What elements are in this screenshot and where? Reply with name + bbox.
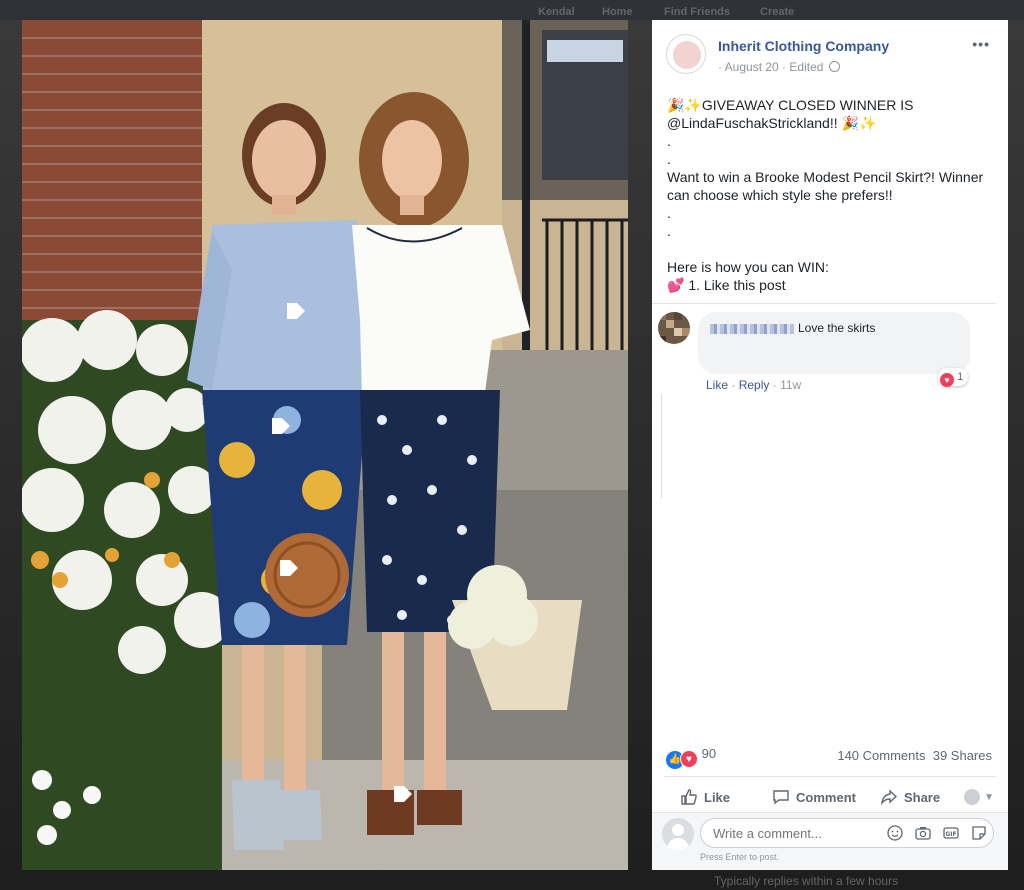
page-name-link[interactable]: Inherit Clothing Company bbox=[718, 38, 889, 54]
post-line: Here is how you can WIN: bbox=[667, 259, 829, 275]
post-line: . bbox=[667, 133, 671, 149]
ghost-nav-item: Kendal bbox=[538, 6, 575, 18]
dimmed-bottom-text: Typically replies within a few hours bbox=[714, 874, 899, 888]
emoji-icon[interactable] bbox=[886, 824, 904, 842]
comment-actions: Like · Reply · 11w bbox=[706, 378, 802, 392]
composer-hint: Press Enter to post. bbox=[700, 852, 780, 862]
commenter-avatar[interactable] bbox=[658, 312, 690, 344]
comment-reaction-count: 1 bbox=[957, 371, 964, 383]
post-line: 💕 1. Like this post bbox=[667, 277, 786, 293]
comment-thread-line bbox=[661, 394, 662, 498]
engagement-counts: 140 Comments 39 Shares bbox=[837, 748, 992, 763]
post-meta: · August 20 · Edited bbox=[718, 60, 840, 74]
sticker-icon[interactable] bbox=[970, 824, 988, 842]
post-line bbox=[667, 240, 997, 258]
reaction-count: 90 bbox=[701, 746, 717, 761]
post-line: . bbox=[667, 151, 671, 167]
post-line: can choose which style she prefers!! bbox=[667, 187, 893, 203]
like-button-label: Like bbox=[704, 789, 731, 805]
thumbs-up-icon bbox=[681, 789, 697, 805]
post-line: @LindaFuschakStrickland!! 🎉✨ bbox=[667, 115, 877, 131]
post-panel: Inherit Clothing Company · August 20 · E… bbox=[652, 20, 1008, 870]
comment-text: Love the skirts bbox=[798, 321, 876, 335]
globe-icon bbox=[828, 61, 840, 72]
comment-reaction-badge[interactable]: ♥ 1 bbox=[938, 368, 969, 387]
dimmed-topbar: Kendal Home Find Friends Create bbox=[0, 0, 1024, 20]
comment-age[interactable]: 11w bbox=[780, 378, 801, 392]
post-line: . bbox=[667, 205, 671, 221]
more-options-icon[interactable]: ••• bbox=[972, 36, 990, 52]
composer-icons: GIF bbox=[886, 824, 988, 842]
svg-text:GIF: GIF bbox=[945, 831, 956, 838]
post-header: Inherit Clothing Company · August 20 · E… bbox=[666, 34, 994, 78]
comments-count-link[interactable]: 140 Comments bbox=[837, 748, 925, 763]
comment-reply-link[interactable]: Reply bbox=[739, 378, 770, 392]
commenter-name-redacted[interactable] bbox=[710, 323, 794, 334]
share-icon bbox=[880, 789, 898, 806]
comment-button-label: Comment bbox=[796, 789, 856, 805]
ghost-nav-item: Find Friends bbox=[664, 6, 730, 18]
divider bbox=[652, 303, 996, 304]
page-avatar[interactable] bbox=[666, 34, 706, 74]
share-button-label: Share bbox=[903, 789, 941, 805]
divider bbox=[664, 776, 996, 777]
post-action-bar: Like Comment Share ▼ bbox=[666, 784, 994, 810]
gif-icon[interactable]: GIF bbox=[942, 824, 960, 842]
post-line: . bbox=[667, 223, 671, 239]
camera-icon[interactable] bbox=[914, 824, 932, 842]
like-button[interactable]: Like bbox=[680, 788, 730, 806]
comment-button[interactable]: Comment bbox=[772, 788, 856, 806]
share-button[interactable]: Share bbox=[880, 788, 940, 806]
comment-bubble: Love the skirts bbox=[698, 312, 970, 374]
ghost-nav-item: Home bbox=[602, 6, 633, 18]
comment-icon bbox=[773, 790, 789, 805]
chevron-down-icon: ▼ bbox=[984, 791, 994, 803]
edited-label[interactable]: Edited bbox=[789, 60, 823, 74]
post-date[interactable]: August 20 bbox=[725, 60, 779, 74]
photo-illustration bbox=[22, 20, 628, 870]
post-line: Want to win a Brooke Modest Pencil Skirt… bbox=[667, 169, 984, 185]
love-icon: ♥ bbox=[940, 373, 954, 387]
post-body: 🎉✨GIVEAWAY CLOSED WINNER IS @LindaFuscha… bbox=[667, 96, 997, 294]
comment-like-link[interactable]: Like bbox=[706, 378, 728, 392]
ghost-nav-item: Create bbox=[760, 6, 795, 18]
audience-selector[interactable]: ▼ bbox=[964, 789, 994, 805]
post-photo[interactable] bbox=[22, 20, 628, 870]
post-line: 🎉✨GIVEAWAY CLOSED WINNER IS bbox=[667, 97, 914, 113]
shares-count-link[interactable]: 39 Shares bbox=[933, 748, 992, 763]
profile-picture-icon bbox=[964, 789, 981, 805]
reaction-summary[interactable]: 👍 ♥ 90 bbox=[666, 746, 717, 769]
current-user-avatar bbox=[662, 818, 694, 850]
love-reaction-icon: ♥ bbox=[680, 750, 698, 768]
